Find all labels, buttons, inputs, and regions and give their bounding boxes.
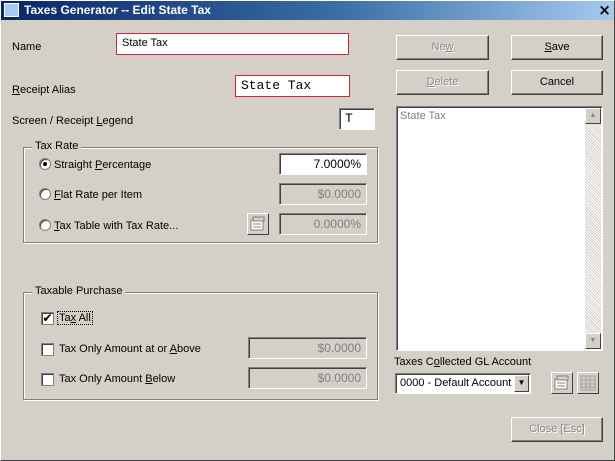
tax-table-radio[interactable] bbox=[39, 219, 51, 231]
tax-list-item[interactable]: State Tax bbox=[400, 110, 446, 122]
grid-lookup-icon bbox=[580, 375, 596, 391]
tax-only-below-input[interactable]: $0.0000 bbox=[248, 367, 367, 389]
tax-rate-group-label: Tax Rate bbox=[32, 140, 82, 152]
gl-account-properties-icon[interactable] bbox=[551, 372, 573, 394]
straight-percentage-input[interactable]: 7.0000% bbox=[279, 153, 367, 175]
flat-rate-input[interactable]: $0.0000 bbox=[279, 183, 367, 205]
tax-all-checkbox[interactable]: ✔ bbox=[41, 312, 54, 325]
app-window-icon bbox=[4, 3, 19, 17]
screen-receipt-legend-input[interactable]: T bbox=[339, 108, 375, 130]
name-input[interactable]: State Tax bbox=[116, 33, 349, 55]
tax-all-label: Tax All bbox=[57, 311, 93, 325]
gl-account-selected-value: 0000 - Default Account - bbox=[400, 377, 519, 389]
tax-list[interactable]: State Tax ▲ ▼ bbox=[396, 106, 603, 351]
tax-only-above-input[interactable]: $0.0000 bbox=[248, 337, 367, 359]
gl-account-label: Taxes Collected GL Account bbox=[394, 356, 532, 368]
gl-account-select[interactable]: 0000 - Default Account - ▼ bbox=[395, 373, 531, 394]
chevron-down-icon[interactable]: ▼ bbox=[514, 375, 529, 392]
tax-table-label: Tax Table with Tax Rate... bbox=[54, 220, 179, 232]
tax-only-below-checkbox[interactable] bbox=[41, 373, 54, 386]
gl-account-browse-icon[interactable] bbox=[577, 372, 599, 394]
flat-rate-radio[interactable] bbox=[39, 188, 51, 200]
receipt-alias-input[interactable]: State Tax bbox=[235, 75, 350, 97]
close-button[interactable]: Close [Esc] bbox=[511, 417, 603, 442]
properties-icon bbox=[250, 216, 265, 231]
screen-receipt-legend-label: Screen / Receipt Legend bbox=[12, 115, 134, 127]
scroll-down-icon[interactable]: ▼ bbox=[585, 333, 601, 349]
name-label: Name bbox=[12, 41, 42, 53]
close-window-icon[interactable]: × bbox=[597, 1, 612, 19]
cancel-button[interactable]: Cancel bbox=[511, 70, 603, 95]
taxable-purchase-group-label: Taxable Purchase bbox=[32, 285, 126, 297]
tax-list-scrollbar[interactable]: ▲ ▼ bbox=[585, 108, 601, 349]
delete-button[interactable]: Delete bbox=[396, 70, 489, 95]
flat-rate-label: Flat Rate per Item bbox=[54, 189, 143, 201]
title-bar: Taxes Generator -- Edit State Tax × bbox=[1, 1, 614, 20]
taxes-generator-window: Taxes Generator -- Edit State Tax × Name… bbox=[0, 0, 615, 461]
tax-table-properties-icon[interactable] bbox=[247, 213, 269, 235]
save-button[interactable]: Save bbox=[511, 35, 603, 60]
straight-percentage-radio[interactable] bbox=[39, 158, 51, 170]
tax-only-below-label: Tax Only Amount Below bbox=[59, 373, 176, 385]
new-button[interactable]: New bbox=[396, 35, 489, 60]
radio-selected-dot bbox=[43, 162, 47, 166]
window-title: Taxes Generator -- Edit State Tax bbox=[24, 3, 211, 17]
properties-icon bbox=[554, 375, 569, 390]
straight-percentage-label: Straight Percentage bbox=[54, 159, 152, 171]
tax-only-above-checkbox[interactable] bbox=[41, 343, 54, 356]
receipt-alias-label: Receipt Alias bbox=[12, 84, 76, 96]
scroll-up-icon[interactable]: ▲ bbox=[585, 108, 601, 124]
tax-table-rate-input[interactable]: 0.0000% bbox=[279, 213, 367, 235]
tax-only-above-label: Tax Only Amount at or Above bbox=[59, 343, 201, 355]
